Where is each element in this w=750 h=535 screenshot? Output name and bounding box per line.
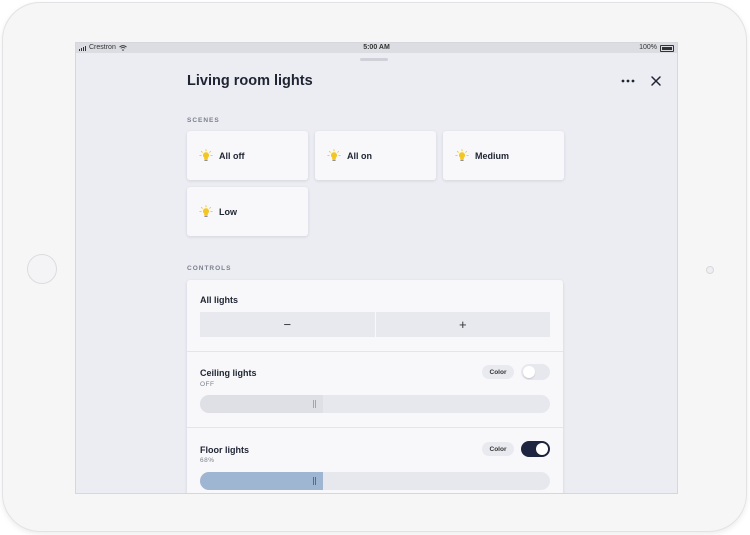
slider-handle[interactable]	[313, 477, 317, 485]
floor-lights-title: Floor lights	[200, 445, 249, 455]
controls-section-label: CONTROLS	[187, 265, 232, 272]
front-camera	[706, 266, 714, 274]
toggle-knob	[536, 443, 548, 455]
toggle-knob	[523, 366, 535, 378]
scene-label: Low	[219, 206, 237, 217]
increase-button[interactable]: +	[375, 312, 550, 337]
ceiling-lights-status: OFF	[200, 381, 215, 388]
close-button[interactable]	[648, 73, 664, 89]
scene-all-off[interactable]: All off	[187, 131, 308, 180]
scene-label: Medium	[475, 150, 510, 161]
slider-fill	[200, 395, 323, 413]
status-bar: Crestron 5:00 AM 100%	[76, 43, 677, 53]
battery-icon	[660, 44, 674, 52]
scenes-section-label: SCENES	[187, 117, 220, 124]
slider-handle[interactable]	[313, 400, 317, 408]
lightbulb-icon	[199, 204, 213, 217]
floor-lights-slider[interactable]	[200, 472, 550, 490]
divider	[187, 427, 563, 428]
screen: Crestron 5:00 AM 100% Living room lights…	[75, 42, 678, 494]
ceiling-lights-title: Ceiling lights	[200, 368, 257, 378]
controls-card: All lights − + Ceiling lights OFF Color …	[187, 280, 563, 493]
more-horizontal-icon	[621, 79, 635, 83]
status-time: 5:00 AM	[363, 44, 390, 51]
scene-medium[interactable]: Medium	[443, 131, 564, 180]
status-right: 100%	[639, 43, 674, 53]
more-button[interactable]	[619, 73, 637, 89]
floor-color-button[interactable]: Color	[482, 442, 514, 456]
ceiling-color-button[interactable]: Color	[482, 365, 514, 379]
all-lights-stepper: − +	[200, 312, 550, 337]
minus-icon: −	[283, 317, 292, 332]
ceiling-lights-toggle[interactable]	[521, 364, 550, 380]
page-title: Living room lights	[187, 73, 313, 89]
scene-all-on[interactable]: All on	[315, 131, 436, 180]
divider	[187, 351, 563, 352]
close-icon	[651, 76, 661, 86]
ceiling-lights-slider[interactable]	[200, 395, 550, 413]
slider-fill	[200, 472, 323, 490]
battery-percent: 100%	[639, 44, 657, 51]
scene-low[interactable]: Low	[187, 187, 308, 236]
home-button[interactable]	[27, 254, 57, 284]
scene-label: All off	[219, 150, 245, 161]
lightbulb-icon	[199, 148, 213, 161]
lightbulb-icon	[327, 148, 341, 161]
scene-label: All on	[347, 150, 372, 161]
decrease-button[interactable]: −	[200, 312, 375, 337]
sheet-grabber[interactable]	[360, 58, 388, 61]
all-lights-title: All lights	[200, 295, 238, 305]
floor-lights-toggle[interactable]	[521, 441, 550, 457]
lightbulb-icon	[455, 148, 469, 161]
floor-lights-status: 68%	[200, 457, 215, 464]
plus-icon: +	[458, 317, 467, 332]
